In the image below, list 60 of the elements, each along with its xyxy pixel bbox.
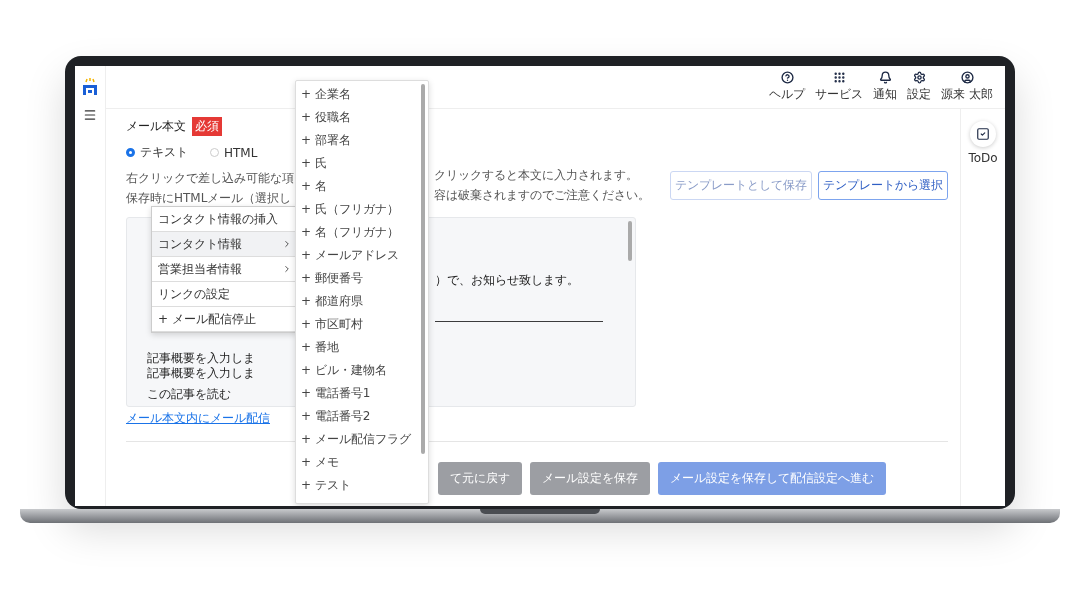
editor-text: 記事概要を入力しま bbox=[147, 351, 256, 366]
header-action-button[interactable]: ヘルプ bbox=[769, 71, 806, 103]
editor-text: ）で、お知らせ致します。 bbox=[435, 273, 580, 288]
dropdown-item[interactable]: + 氏 bbox=[301, 152, 327, 175]
header-action-button[interactable]: 源来 太郎 bbox=[941, 71, 993, 103]
bell-icon bbox=[878, 71, 892, 84]
dropdown-item[interactable]: + ビル・建物名 bbox=[301, 359, 387, 382]
dropdown-item[interactable]: + メール配信フラグ bbox=[301, 428, 411, 451]
context-menu-item[interactable]: + メール配信停止 bbox=[152, 307, 296, 332]
dropdown-item[interactable]: + 役職名 bbox=[301, 106, 351, 129]
help-text: クリックすると本文に入力されます。 bbox=[434, 167, 638, 184]
dropdown-item[interactable]: + 氏（フリガナ） bbox=[301, 198, 399, 221]
header-action-button[interactable]: 通知 bbox=[873, 71, 898, 103]
template-button[interactable]: テンプレートから選択 bbox=[818, 171, 948, 200]
scrollbar-thumb[interactable] bbox=[628, 221, 632, 261]
dropdown-item[interactable]: + 郵便番号 bbox=[301, 267, 363, 290]
menu-item-label: リンクの設定 bbox=[158, 285, 230, 303]
dropdown-item[interactable]: + 名（フリガナ） bbox=[301, 221, 399, 244]
dropdown-item[interactable]: + テスト bbox=[301, 474, 351, 497]
dropdown-item[interactable]: + 市区町村 bbox=[301, 313, 363, 336]
dropdown-item[interactable]: + 企業名 bbox=[301, 83, 351, 106]
header-action-button[interactable]: 設定 bbox=[907, 71, 932, 103]
radio-option[interactable]: HTML bbox=[210, 144, 258, 161]
context-menu-item[interactable]: コンタクト情報の挿入 bbox=[152, 207, 296, 232]
dropdown-item[interactable]: + 名 bbox=[301, 175, 327, 198]
dropdown-item[interactable]: + 電話番号1 bbox=[301, 382, 371, 405]
required-badge: 必須 bbox=[192, 117, 222, 136]
menu-item-label: コンタクト情報の挿入 bbox=[158, 210, 278, 228]
radio-option[interactable]: テキスト bbox=[126, 144, 188, 161]
section-title: メール本文 bbox=[126, 118, 186, 135]
header-action-button[interactable]: サービス bbox=[815, 71, 864, 103]
menu-icon[interactable] bbox=[83, 108, 97, 122]
context-menu-item[interactable]: コンタクト情報 bbox=[152, 232, 296, 257]
editor-text: 記事概要を入力しま bbox=[147, 366, 256, 381]
editor-text: この記事を読む bbox=[147, 387, 232, 402]
dropdown-item[interactable]: + 部署名 bbox=[301, 129, 351, 152]
help-icon bbox=[780, 71, 794, 84]
unsubscribe-link[interactable]: メール本文内にメール配信 bbox=[126, 411, 270, 425]
menu-item-label: コンタクト情報 bbox=[158, 235, 242, 253]
logo-icon bbox=[81, 78, 99, 96]
context-menu-item[interactable]: リンクの設定 bbox=[152, 282, 296, 307]
help-text: 保存時にHTMLメール（選択し bbox=[126, 191, 292, 205]
dropdown-item[interactable]: + 電話番号2 bbox=[301, 405, 371, 428]
dropdown-item[interactable]: + 都道府県 bbox=[301, 290, 363, 313]
user-icon bbox=[960, 71, 974, 84]
todo-button[interactable] bbox=[970, 121, 996, 147]
dropdown-item[interactable]: + メールアドレス bbox=[301, 244, 399, 267]
help-text: 右クリックで差し込み可能な項 bbox=[126, 171, 294, 185]
dropdown-item[interactable]: + 番地 bbox=[301, 336, 339, 359]
menu-item-label: 営業担当者情報 bbox=[158, 260, 242, 278]
help-text: 容は破棄されますのでご注意ください。 bbox=[434, 187, 650, 204]
menu-item-label: + メール配信停止 bbox=[158, 310, 256, 328]
context-menu-item[interactable]: 営業担当者情報 bbox=[152, 257, 296, 282]
editor-text: ―――――――――――――― bbox=[435, 314, 603, 329]
settings-icon bbox=[912, 71, 926, 84]
todo-label: ToDo bbox=[968, 151, 998, 165]
dropdown-item[interactable]: + メモ bbox=[301, 451, 339, 474]
checkbox-icon bbox=[976, 127, 990, 141]
scrollbar-thumb[interactable] bbox=[421, 84, 425, 454]
grid-icon bbox=[832, 71, 846, 84]
